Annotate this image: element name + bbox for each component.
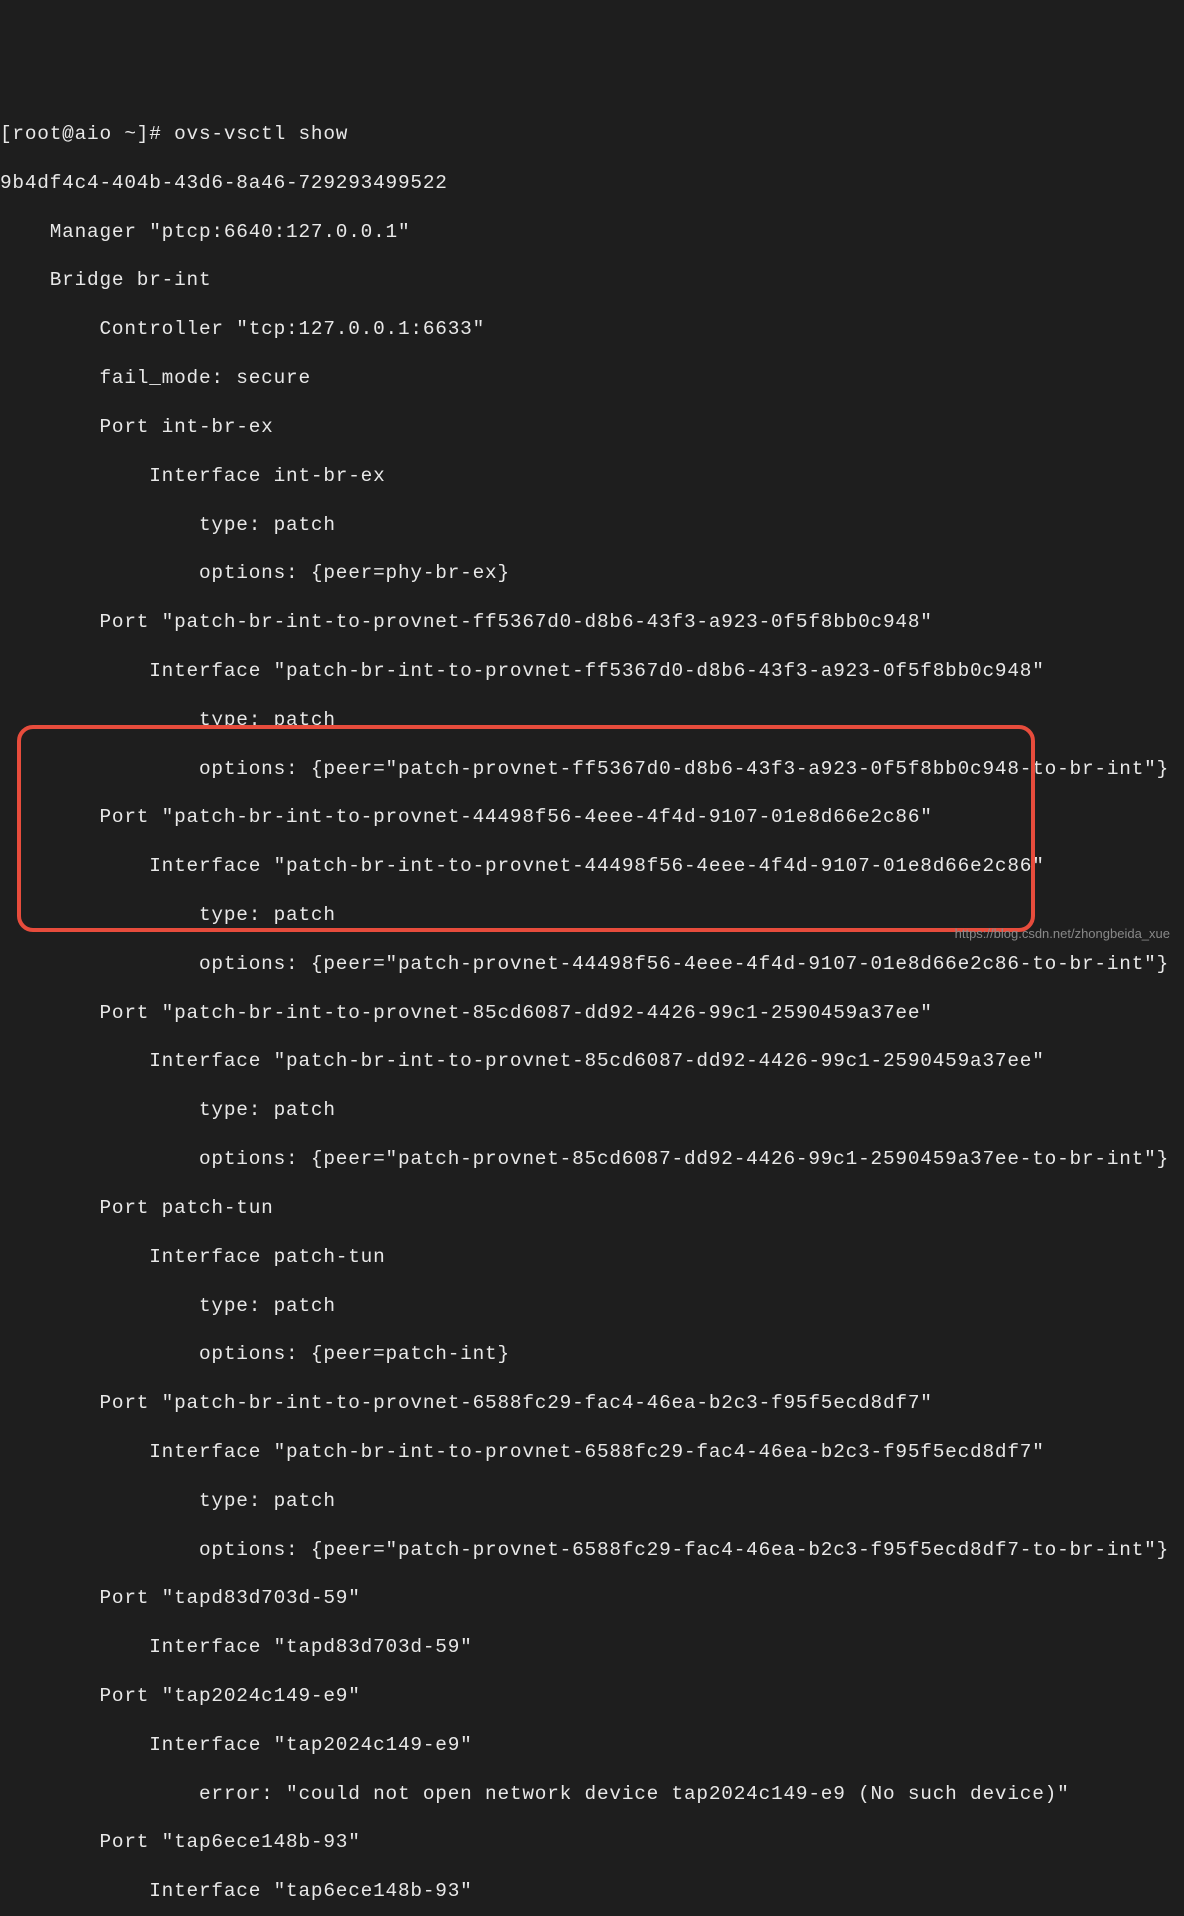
terminal-line: [root@aio ~]# ovs-vsctl show (0, 122, 1184, 146)
terminal-line: type: patch (0, 1294, 1184, 1318)
terminal-line: Port "tap2024c149-e9" (0, 1684, 1184, 1708)
terminal-line: type: patch (0, 708, 1184, 732)
terminal-line: Port "tap6ece148b-93" (0, 1830, 1184, 1854)
terminal-line: Port "patch-br-int-to-provnet-6588fc29-f… (0, 1391, 1184, 1415)
terminal-line: options: {peer=patch-int} (0, 1342, 1184, 1366)
terminal-line: fail_mode: secure (0, 366, 1184, 390)
terminal-line: 9b4df4c4-404b-43d6-8a46-729293499522 (0, 171, 1184, 195)
terminal-output: [root@aio ~]# ovs-vsctl show 9b4df4c4-40… (0, 98, 1184, 1916)
terminal-line: type: patch (0, 1489, 1184, 1513)
terminal-line: Interface "patch-br-int-to-provnet-44498… (0, 854, 1184, 878)
terminal-line: Interface "tapd83d703d-59" (0, 1635, 1184, 1659)
terminal-line: Interface "patch-br-int-to-provnet-ff536… (0, 659, 1184, 683)
terminal-line: Interface "tap2024c149-e9" (0, 1733, 1184, 1757)
watermark-text: https://blog.csdn.net/zhongbeida_xue (955, 922, 1170, 946)
terminal-line: Interface int-br-ex (0, 464, 1184, 488)
terminal-line: options: {peer="patch-provnet-44498f56-4… (0, 952, 1184, 976)
terminal-line: Port "patch-br-int-to-provnet-ff5367d0-d… (0, 610, 1184, 634)
terminal-line: options: {peer=phy-br-ex} (0, 561, 1184, 585)
terminal-line: type: patch (0, 1098, 1184, 1122)
terminal-line: Interface "tap6ece148b-93" (0, 1879, 1184, 1903)
terminal-line: options: {peer="patch-provnet-6588fc29-f… (0, 1538, 1184, 1562)
terminal-line: Port patch-tun (0, 1196, 1184, 1220)
terminal-line: options: {peer="patch-provnet-85cd6087-d… (0, 1147, 1184, 1171)
terminal-line: error: "could not open network device ta… (0, 1782, 1184, 1806)
terminal-line: type: patch (0, 513, 1184, 537)
terminal-line: Port int-br-ex (0, 415, 1184, 439)
terminal-line: Controller "tcp:127.0.0.1:6633" (0, 317, 1184, 341)
terminal-line: Interface patch-tun (0, 1245, 1184, 1269)
terminal-line: Manager "ptcp:6640:127.0.0.1" (0, 220, 1184, 244)
terminal-line: Bridge br-int (0, 268, 1184, 292)
terminal-line: options: {peer="patch-provnet-ff5367d0-d… (0, 757, 1184, 781)
terminal-line: Port "tapd83d703d-59" (0, 1586, 1184, 1610)
terminal-line: Port "patch-br-int-to-provnet-44498f56-4… (0, 805, 1184, 829)
terminal-line: Interface "patch-br-int-to-provnet-6588f… (0, 1440, 1184, 1464)
terminal-line: Port "patch-br-int-to-provnet-85cd6087-d… (0, 1001, 1184, 1025)
terminal-line: Interface "patch-br-int-to-provnet-85cd6… (0, 1049, 1184, 1073)
